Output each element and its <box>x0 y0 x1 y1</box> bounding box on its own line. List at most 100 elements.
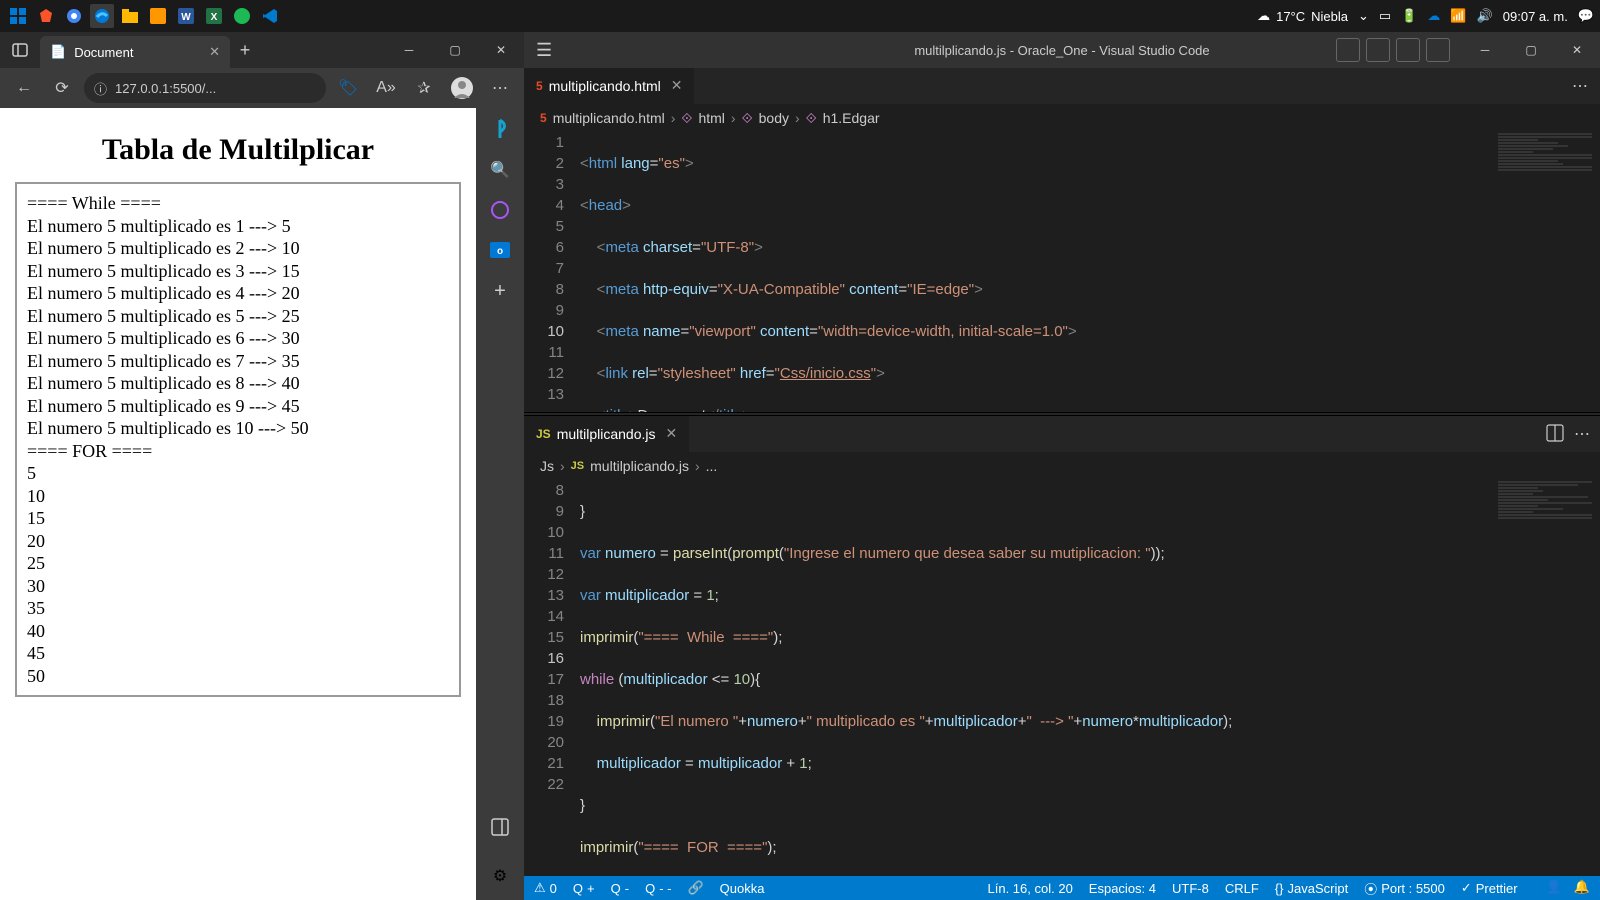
add-icon[interactable]: + <box>494 280 506 303</box>
edge-icon[interactable] <box>90 4 114 28</box>
notification-icon[interactable]: 💬 <box>1578 8 1594 24</box>
debug-icon[interactable]: 🔗 <box>687 880 703 896</box>
minimize-button[interactable]: ─ <box>386 32 432 68</box>
crumb[interactable]: html <box>698 110 724 126</box>
crumb[interactable]: Js <box>540 458 554 474</box>
minimize-button[interactable]: ─ <box>1462 32 1508 68</box>
maximize-button[interactable]: ▢ <box>432 32 478 68</box>
browser-tab[interactable]: 📄 Document ✕ <box>40 36 230 68</box>
quokka-plus[interactable]: Q + <box>573 881 595 896</box>
crumb[interactable]: multiplicando.html <box>553 110 665 126</box>
new-tab-button[interactable]: + <box>230 40 260 61</box>
customize-layout-icon[interactable] <box>1426 38 1450 62</box>
toggle-panel-left-icon[interactable] <box>1336 38 1360 62</box>
outlook-icon[interactable]: o <box>490 240 510 260</box>
close-icon[interactable]: ✕ <box>209 44 220 60</box>
prettier-status[interactable]: ✓ Prettier <box>1461 879 1518 898</box>
more-icon[interactable]: ⋯ <box>484 72 516 104</box>
toggle-panel-right-icon[interactable] <box>1396 38 1420 62</box>
tray-icon[interactable]: ▭ <box>1379 8 1391 24</box>
back-button[interactable]: ← <box>8 72 40 104</box>
search-icon[interactable]: 🔍 <box>490 160 510 180</box>
tab-actions-button[interactable] <box>0 32 40 68</box>
weather-widget[interactable]: ☁ 17°C Niebla <box>1257 8 1348 24</box>
encoding[interactable]: UTF-8 <box>1172 879 1209 898</box>
maximize-button[interactable]: ▢ <box>1508 32 1554 68</box>
read-aloud-icon[interactable]: A» <box>370 72 402 104</box>
close-button[interactable]: ✕ <box>478 32 524 68</box>
vscode-icon[interactable] <box>258 4 282 28</box>
volume-icon[interactable]: 🔊 <box>1477 8 1493 24</box>
tab-js[interactable]: JS multilplicando.js ✕ <box>524 416 689 452</box>
output-line: El numero 5 multiplicado es 8 ---> 40 <box>27 372 449 395</box>
js-icon: JS <box>536 427 551 441</box>
minimap[interactable] <box>1490 480 1600 876</box>
editor-js[interactable]: 8910111213141516171819202122 } var numer… <box>524 480 1600 876</box>
close-icon[interactable]: ✕ <box>671 77 683 94</box>
editor-html[interactable]: 12345678910111213 <html lang="es"> <head… <box>524 132 1600 412</box>
quokka-label[interactable]: Quokka <box>720 881 765 896</box>
chevron-down-icon[interactable]: ⌄ <box>1358 8 1369 24</box>
output-line: El numero 5 multiplicado es 1 ---> 5 <box>27 215 449 238</box>
output-line: El numero 5 multiplicado es 6 ---> 30 <box>27 327 449 350</box>
clock[interactable]: 09:07 a. m. <box>1503 9 1568 24</box>
cursor-position[interactable]: Lín. 16, col. 20 <box>988 879 1073 898</box>
crumb[interactable]: body <box>759 110 789 126</box>
word-icon[interactable]: W <box>174 4 198 28</box>
crumb[interactable]: multilplicando.js <box>590 458 689 474</box>
code-content[interactable]: } var numero = parseInt(prompt("Ingrese … <box>580 480 1600 876</box>
close-icon[interactable]: ✕ <box>666 425 678 442</box>
info-icon[interactable]: ⓘ <box>94 79 107 98</box>
explorer-icon[interactable] <box>118 4 142 28</box>
live-server-port[interactable]: ⦿ Port : 5500 <box>1364 879 1445 898</box>
sublime-icon[interactable] <box>146 4 170 28</box>
editor-tabs-2: JS multilplicando.js ✕ ⋯ <box>524 416 1600 452</box>
spotify-icon[interactable] <box>230 4 254 28</box>
feedback-icon[interactable]: 👤 <box>1546 879 1562 898</box>
onedrive-icon[interactable]: ☁ <box>1427 8 1440 24</box>
indentation[interactable]: Espacios: 4 <box>1089 879 1156 898</box>
more-icon[interactable]: ⋯ <box>1560 76 1600 96</box>
output-line: 10 <box>27 485 449 508</box>
bell-icon[interactable]: 🔔 <box>1574 879 1590 898</box>
excel-icon[interactable]: X <box>202 4 226 28</box>
toggle-panel-bottom-icon[interactable] <box>1366 38 1390 62</box>
edge-browser: 📄 Document ✕ + ─ ▢ ✕ ← ⟳ ⓘ 127.0.0.1:550… <box>0 32 524 900</box>
quokka-dd[interactable]: Q - - <box>645 881 671 896</box>
taskbar-apps: W X <box>6 4 282 28</box>
code-content[interactable]: <html lang="es"> <head> <meta charset="U… <box>580 132 1600 412</box>
brave-icon[interactable] <box>34 4 58 28</box>
breadcrumbs-2[interactable]: Js› JS multilplicando.js› ... <box>524 452 1600 480</box>
gear-icon[interactable]: ⚙ <box>493 866 507 886</box>
tab-title: Document <box>74 45 133 60</box>
quokka-minus[interactable]: Q - <box>611 881 629 896</box>
output-line: El numero 5 multiplicado es 5 ---> 25 <box>27 305 449 328</box>
crumb[interactable]: h1.Edgar <box>823 110 880 126</box>
wifi-icon[interactable]: 📶 <box>1450 8 1466 24</box>
profile-icon[interactable] <box>446 72 478 104</box>
eol[interactable]: CRLF <box>1225 879 1259 898</box>
address-bar[interactable]: ⓘ 127.0.0.1:5500/... <box>84 73 326 103</box>
menu-icon[interactable]: ☰ <box>536 40 552 61</box>
tab-html[interactable]: 5 multiplicando.html ✕ <box>524 68 694 104</box>
minimap[interactable] <box>1490 132 1600 412</box>
hide-sidebar-icon[interactable] <box>491 818 509 836</box>
more-icon[interactable]: ⋯ <box>1574 424 1590 444</box>
battery-icon[interactable]: 🔋 <box>1401 8 1417 24</box>
language-mode[interactable]: {} JavaScript <box>1275 879 1348 898</box>
close-button[interactable]: ✕ <box>1554 32 1600 68</box>
output-line: 50 <box>27 665 449 688</box>
favorite-icon[interactable]: ✰ <box>408 72 440 104</box>
chrome-icon[interactable] <box>62 4 86 28</box>
shopping-icon[interactable]: 🏷 <box>332 72 364 104</box>
start-icon[interactable] <box>6 4 30 28</box>
split-right-icon[interactable] <box>1546 424 1564 444</box>
refresh-button[interactable]: ⟳ <box>46 72 78 104</box>
breadcrumbs[interactable]: 5 multiplicando.html› ⟐ html› ⟐ body› ⟐ … <box>524 104 1600 132</box>
bing-icon[interactable] <box>489 118 511 140</box>
problems-button[interactable]: ⚠0 <box>534 880 557 896</box>
crumb[interactable]: ... <box>706 458 718 474</box>
copilot-icon[interactable] <box>490 200 510 220</box>
page-icon: 📄 <box>50 44 66 60</box>
output-line: El numero 5 multiplicado es 7 ---> 35 <box>27 350 449 373</box>
